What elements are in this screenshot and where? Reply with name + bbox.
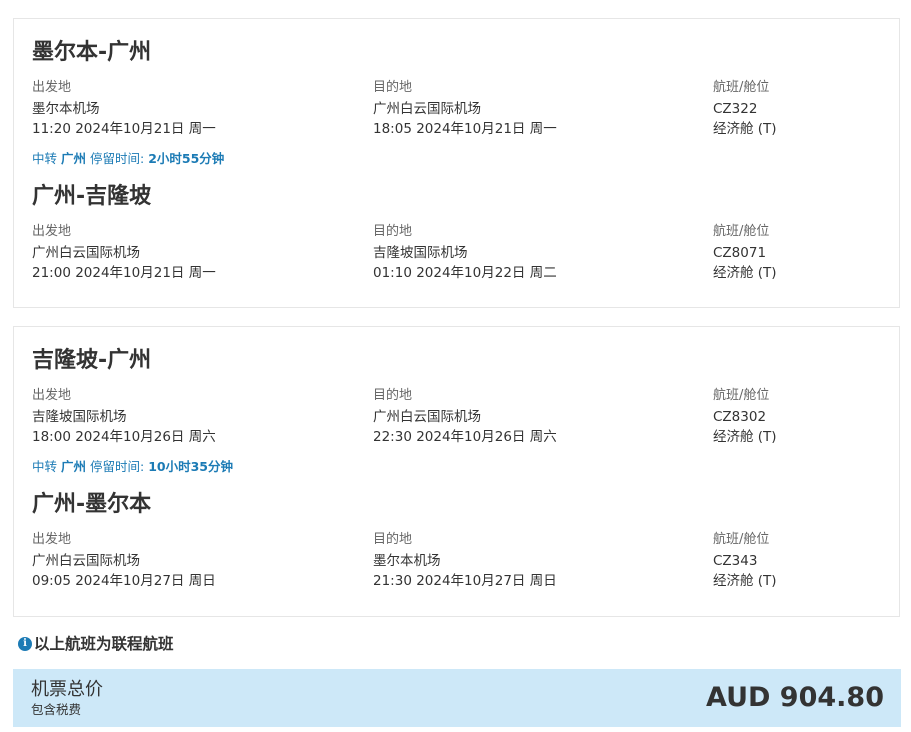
arrival-time: 01:10 2024年10月22日 周二 (373, 264, 557, 281)
arrival-label: 目的地 (373, 224, 413, 239)
return-itinerary-card: 吉隆坡-广州 出发地 吉隆坡国际机场 18:00 2024年10月26日 周六 … (13, 326, 900, 617)
total-price-bar: 机票总价 包含税费 AUD 904.80 (13, 669, 901, 727)
transfer-info: 中转 广州 停留时间: 2小时55分钟 (32, 150, 224, 168)
arrival-column: 目的地 墨尔本机场 21:30 2024年10月27日 周日 (373, 530, 557, 591)
arrival-airport: 广州白云国际机场 (373, 101, 481, 117)
departure-label: 出发地 (32, 388, 72, 403)
departure-time: 09:05 2024年10月27日 周日 (32, 572, 216, 589)
arrival-column: 目的地 吉隆坡国际机场 01:10 2024年10月22日 周二 (373, 222, 557, 283)
flight-cabin-label: 航班/舱位 (713, 224, 770, 239)
flight-cabin-label: 航班/舱位 (713, 80, 770, 95)
arrival-label: 目的地 (373, 532, 413, 547)
segment-route-title: 墨尔本-广州 (32, 40, 152, 65)
transfer-prefix: 中转 (32, 151, 58, 166)
arrival-time: 21:30 2024年10月27日 周日 (373, 572, 557, 589)
departure-label: 出发地 (32, 532, 72, 547)
cabin-class: 经济舱 (T) (713, 572, 777, 589)
departure-airport: 吉隆坡国际机场 (32, 409, 127, 425)
arrival-column: 目的地 广州白云国际机场 22:30 2024年10月26日 周六 (373, 386, 557, 447)
arrival-airport: 墨尔本机场 (373, 553, 441, 569)
transfer-info: 中转 广州 停留时间: 10小时35分钟 (32, 458, 233, 476)
cabin-class: 经济舱 (T) (713, 120, 777, 137)
transfer-city: 广州 (61, 151, 87, 166)
segment-route-title: 广州-墨尔本 (32, 492, 152, 517)
arrival-label: 目的地 (373, 80, 413, 95)
arrival-time: 22:30 2024年10月26日 周六 (373, 428, 557, 445)
departure-column: 出发地 广州白云国际机场 09:05 2024年10月27日 周日 (32, 530, 216, 591)
notice-text: 以上航班为联程航班 (34, 635, 174, 653)
departure-time: 21:00 2024年10月21日 周一 (32, 264, 216, 281)
arrival-label: 目的地 (373, 388, 413, 403)
departure-time: 18:00 2024年10月26日 周六 (32, 428, 216, 445)
cabin-class: 经济舱 (T) (713, 264, 777, 281)
total-price-label: 机票总价 (31, 679, 103, 700)
flight-column: 航班/舱位 CZ343 经济舱 (T) (713, 530, 777, 591)
arrival-column: 目的地 广州白云国际机场 18:05 2024年10月21日 周一 (373, 78, 557, 139)
transfer-city: 广州 (61, 459, 87, 474)
flight-column: 航班/舱位 CZ322 经济舱 (T) (713, 78, 777, 139)
transfer-stay-label: 停留时间: (90, 151, 145, 166)
departure-airport: 墨尔本机场 (32, 101, 100, 117)
total-price-amount: AUD 904.80 (706, 682, 884, 713)
flight-number: CZ8071 (713, 245, 767, 261)
flight-number: CZ343 (713, 553, 758, 569)
departure-airport: 广州白云国际机场 (32, 553, 140, 569)
arrival-time: 18:05 2024年10月21日 周一 (373, 120, 557, 137)
transfer-duration: 2小时55分钟 (148, 151, 225, 166)
flight-column: 航班/舱位 CZ8071 经济舱 (T) (713, 222, 777, 283)
transfer-stay-label: 停留时间: (90, 459, 145, 474)
info-icon: i (18, 637, 32, 651)
departure-airport: 广州白云国际机场 (32, 245, 140, 261)
departure-label: 出发地 (32, 80, 72, 95)
connecting-flight-notice: i 以上航班为联程航班 (18, 632, 174, 656)
flight-cabin-label: 航班/舱位 (713, 388, 770, 403)
tax-included-note: 包含税费 (31, 702, 82, 717)
flight-column: 航班/舱位 CZ8302 经济舱 (T) (713, 386, 777, 447)
departure-label: 出发地 (32, 224, 72, 239)
departure-column: 出发地 广州白云国际机场 21:00 2024年10月21日 周一 (32, 222, 216, 283)
arrival-airport: 吉隆坡国际机场 (373, 245, 468, 261)
transfer-prefix: 中转 (32, 459, 58, 474)
departure-column: 出发地 吉隆坡国际机场 18:00 2024年10月26日 周六 (32, 386, 216, 447)
outbound-itinerary-card: 墨尔本-广州 出发地 墨尔本机场 11:20 2024年10月21日 周一 目的… (13, 18, 900, 308)
departure-column: 出发地 墨尔本机场 11:20 2024年10月21日 周一 (32, 78, 216, 139)
segment-route-title: 广州-吉隆坡 (32, 184, 152, 209)
flight-number: CZ322 (713, 101, 758, 117)
arrival-airport: 广州白云国际机场 (373, 409, 481, 425)
flight-cabin-label: 航班/舱位 (713, 532, 770, 547)
cabin-class: 经济舱 (T) (713, 428, 777, 445)
flight-number: CZ8302 (713, 409, 767, 425)
segment-route-title: 吉隆坡-广州 (32, 348, 152, 373)
transfer-duration: 10小时35分钟 (148, 459, 233, 474)
departure-time: 11:20 2024年10月21日 周一 (32, 120, 216, 137)
